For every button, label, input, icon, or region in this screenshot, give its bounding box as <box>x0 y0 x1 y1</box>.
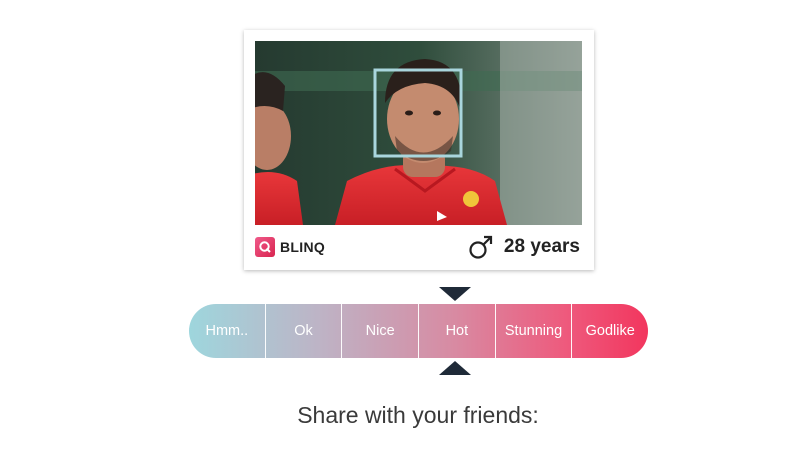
brand-name: BLINQ <box>280 239 326 255</box>
blinq-logo: BLINQ <box>255 237 325 257</box>
age-value: 28 years <box>503 236 580 257</box>
rating-option-nice[interactable]: Nice <box>342 304 420 358</box>
rating-bar: Hmm.. Ok Nice Hot Stunning Godlike <box>189 304 648 358</box>
age-result: 28 years <box>468 232 580 262</box>
selected-rating-marker-bottom <box>439 361 471 375</box>
blinq-logo-icon <box>255 237 275 257</box>
rating-option-godlike[interactable]: Godlike <box>572 304 648 358</box>
rating-option-stunning[interactable]: Stunning <box>496 304 573 358</box>
result-photo <box>255 41 582 225</box>
card-footer: BLINQ 28 years <box>255 225 582 270</box>
rating-option-ok[interactable]: Ok <box>266 304 343 358</box>
selected-rating-marker-top <box>439 287 471 301</box>
rating-option-hmm[interactable]: Hmm.. <box>189 304 266 358</box>
rating-option-hot[interactable]: Hot <box>419 304 496 358</box>
male-symbol-icon <box>469 235 493 259</box>
result-card: BLINQ 28 years <box>244 30 594 270</box>
share-heading: Share with your friends: <box>297 402 539 428</box>
